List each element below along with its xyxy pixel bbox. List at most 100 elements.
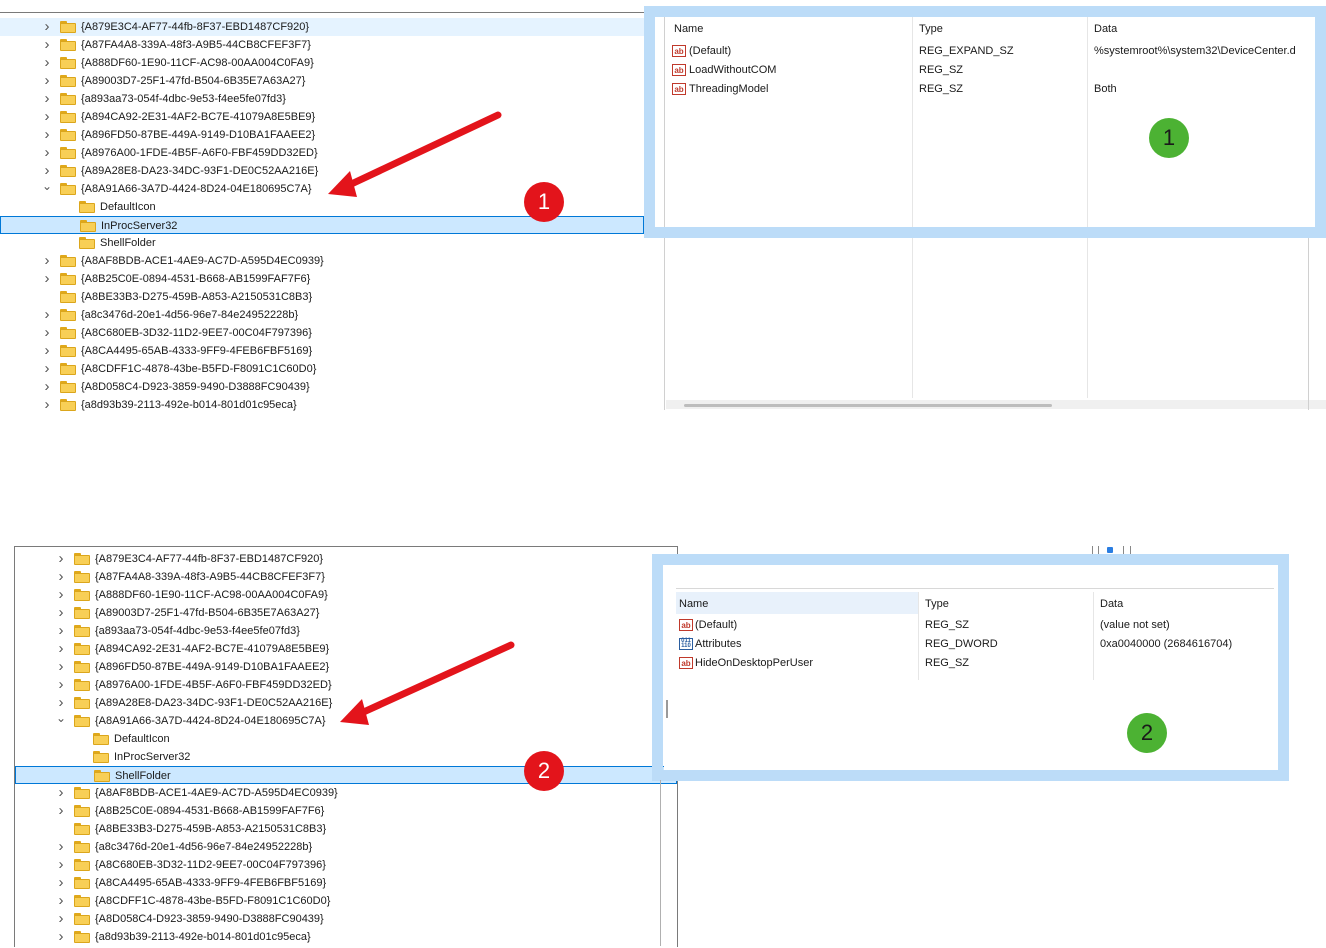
tree-key-item[interactable]: › {a8d93b39-2113-492e-b014-801d01c95eca} (0, 396, 644, 414)
tree-key-item[interactable]: › {A8CDFF1C-4878-43be-B5FD-F8091C1C60D0} (15, 892, 677, 910)
tree-key-item[interactable]: › {a8c3476d-20e1-4d56-96e7-84e24952228b} (15, 838, 677, 856)
tree-key-item[interactable]: › {A894CA92-2E31-4AF2-BC7E-41079A8E5BE9} (15, 640, 677, 658)
chevron-right-icon[interactable]: › (56, 874, 66, 892)
tree-key-item[interactable]: › {A879E3C4-AF77-44fb-8F37-EBD1487CF920} (15, 550, 677, 568)
chevron-right-icon[interactable]: › (56, 568, 66, 586)
chevron-right-icon[interactable]: › (56, 676, 66, 694)
folder-icon (60, 363, 76, 375)
splitter-handle[interactable] (666, 700, 668, 718)
chevron-right-icon[interactable]: › (56, 784, 66, 802)
chevron-right-icon[interactable]: › (56, 586, 66, 604)
chevron-right-icon[interactable]: › (42, 324, 52, 342)
tree-item-label: {A8976A00-1FDE-4B5F-A6F0-FBF459DD32ED} (95, 679, 332, 691)
chevron-right-icon[interactable]: › (42, 270, 52, 288)
tree-key-item[interactable]: › {A879E3C4-AF77-44fb-8F37-EBD1487CF920} (0, 18, 644, 36)
tree-key-item[interactable]: › {A8CA4495-65AB-4333-9FF9-4FEB6FBF5169} (0, 342, 644, 360)
chevron-right-icon[interactable]: › (42, 378, 52, 396)
tree-item-label: {A894CA92-2E31-4AF2-BC7E-41079A8E5BE9} (81, 111, 316, 123)
folder-icon (60, 183, 76, 195)
chevron-right-icon[interactable]: › (42, 396, 52, 414)
toolbar-fragment (1090, 544, 1134, 554)
tree-item-label: {A89A28E8-DA23-34DC-93F1-DE0C52AA216E} (81, 165, 319, 177)
tree-key-item[interactable]: › {a8d93b39-2113-492e-b014-801d01c95eca} (15, 928, 677, 946)
tree-item-label: {A896FD50-87BE-449A-9149-D10BA1FAAEE2} (81, 129, 316, 141)
tree-key-item[interactable]: › {A888DF60-1E90-11CF-AC98-00AA004C0FA9} (15, 586, 677, 604)
tree-key-item[interactable]: › {A888DF60-1E90-11CF-AC98-00AA004C0FA9} (0, 54, 644, 72)
tree-key-item[interactable]: › {A8976A00-1FDE-4B5F-A6F0-FBF459DD32ED} (15, 676, 677, 694)
tree-key-item[interactable]: › {A8D058C4-D923-3859-9490-D3888FC90439} (0, 378, 644, 396)
chevron-right-icon[interactable]: › (56, 856, 66, 874)
chevron-right-icon[interactable]: › (56, 928, 66, 946)
chevron-right-icon[interactable]: › (42, 126, 52, 144)
chevron-right-icon[interactable]: › (56, 622, 66, 640)
tree-key-item[interactable]: › {A8B25C0E-0894-4531-B668-AB1599FAF7F6} (15, 802, 677, 820)
chevron-right-icon[interactable]: › (56, 658, 66, 676)
step-badge-green-2: 2 (1127, 713, 1167, 753)
tree-subkey-item[interactable]: DefaultIcon (15, 730, 677, 748)
chevron-right-icon[interactable]: › (42, 108, 52, 126)
tree-key-item[interactable]: {A8BE33B3-D275-459B-A853-A2150531C8B3} (15, 820, 677, 838)
tree-key-item[interactable]: › {A896FD50-87BE-449A-9149-D10BA1FAAEE2} (15, 658, 677, 676)
tree-item-label: {A8D058C4-D923-3859-9490-D3888FC90439} (81, 381, 310, 393)
chevron-right-icon[interactable]: › (42, 252, 52, 270)
tree-item-label: {A8C680EB-3D32-11D2-9EE7-00C04F797396} (81, 327, 312, 339)
chevron-right-icon[interactable]: › (56, 640, 66, 658)
tree-key-item[interactable]: › {A8C680EB-3D32-11D2-9EE7-00C04F797396} (15, 856, 677, 874)
tree-subkey-item[interactable]: ShellFolder (15, 766, 677, 784)
tree-key-item[interactable]: ⌄ {A8A91A66-3A7D-4424-8D24-04E180695C7A} (15, 712, 677, 730)
chevron-right-icon[interactable]: › (42, 162, 52, 180)
chevron-down-icon[interactable]: ⌄ (42, 180, 52, 198)
chevron-right-icon[interactable]: › (42, 306, 52, 324)
tree-key-item[interactable]: › {A896FD50-87BE-449A-9149-D10BA1FAAEE2} (0, 126, 644, 144)
tree-item-label: {A8CDFF1C-4878-43be-B5FD-F8091C1C60D0} (95, 895, 331, 907)
tree-key-item[interactable]: › {A89003D7-25F1-47fd-B504-6B35E7A63A27} (15, 604, 677, 622)
pane-divider (660, 780, 661, 946)
chevron-right-icon[interactable]: › (42, 36, 52, 54)
tree-key-item[interactable]: › {A87FA4A8-339A-48f3-A9B5-44CB8CFEF3F7} (0, 36, 644, 54)
chevron-right-icon[interactable]: › (56, 892, 66, 910)
chevron-right-icon[interactable]: › (56, 604, 66, 622)
tree-key-item[interactable]: › {A8CDFF1C-4878-43be-B5FD-F8091C1C60D0} (0, 360, 644, 378)
tree-key-item[interactable]: › {A89A28E8-DA23-34DC-93F1-DE0C52AA216E} (0, 162, 644, 180)
folder-icon (74, 553, 90, 565)
chevron-right-icon[interactable]: › (42, 360, 52, 378)
chevron-right-icon[interactable]: › (42, 72, 52, 90)
scrollbar-thumb[interactable] (684, 404, 1052, 407)
tree-item-label: {A888DF60-1E90-11CF-AC98-00AA004C0FA9} (81, 57, 314, 69)
folder-icon (93, 751, 109, 763)
tree-key-item[interactable]: › {A8D058C4-D923-3859-9490-D3888FC90439} (15, 910, 677, 928)
tree-key-item[interactable]: › {a8c3476d-20e1-4d56-96e7-84e24952228b} (0, 306, 644, 324)
chevron-right-icon[interactable]: › (42, 18, 52, 36)
folder-icon (60, 309, 76, 321)
chevron-right-icon[interactable]: › (42, 144, 52, 162)
tree-item-label: {A89A28E8-DA23-34DC-93F1-DE0C52AA216E} (95, 697, 333, 709)
tree-key-item[interactable]: › {a893aa73-054f-4dbc-9e53-f4ee5fe07fd3} (15, 622, 677, 640)
chevron-down-icon[interactable]: ⌄ (56, 712, 66, 730)
chevron-right-icon[interactable]: › (42, 54, 52, 72)
tree-key-item[interactable]: › {A8AF8BDB-ACE1-4AE9-AC7D-A595D4EC0939} (0, 252, 644, 270)
tree-key-item[interactable]: › {A8C680EB-3D32-11D2-9EE7-00C04F797396} (0, 324, 644, 342)
chevron-right-icon[interactable]: › (56, 802, 66, 820)
tree-key-item[interactable]: › {a893aa73-054f-4dbc-9e53-f4ee5fe07fd3} (0, 90, 644, 108)
tree-key-item[interactable]: {A8BE33B3-D275-459B-A853-A2150531C8B3} (0, 288, 644, 306)
tree-item-label: InProcServer32 (114, 751, 191, 763)
tree-key-item[interactable]: › {A894CA92-2E31-4AF2-BC7E-41079A8E5BE9} (0, 108, 644, 126)
tree-key-item[interactable]: › {A89003D7-25F1-47fd-B504-6B35E7A63A27} (0, 72, 644, 90)
chevron-right-icon[interactable]: › (56, 910, 66, 928)
chevron-right-icon[interactable]: › (56, 838, 66, 856)
chevron-right-icon[interactable]: › (42, 342, 52, 360)
tree-subkey-item[interactable]: ShellFolder (0, 234, 644, 252)
tree-key-item[interactable]: › {A87FA4A8-339A-48f3-A9B5-44CB8CFEF3F7} (15, 568, 677, 586)
chevron-right-icon[interactable]: › (56, 550, 66, 568)
folder-icon (60, 255, 76, 267)
tree-key-item[interactable]: › {A8976A00-1FDE-4B5F-A6F0-FBF459DD32ED} (0, 144, 644, 162)
folder-icon (79, 201, 95, 213)
tree-subkey-item[interactable]: InProcServer32 (15, 748, 677, 766)
tree-key-item[interactable]: › {A8B25C0E-0894-4531-B668-AB1599FAF7F6} (0, 270, 644, 288)
chevron-right-icon[interactable]: › (56, 694, 66, 712)
tree-key-item[interactable]: › {A8CA4495-65AB-4333-9FF9-4FEB6FBF5169} (15, 874, 677, 892)
chevron-right-icon[interactable]: › (42, 90, 52, 108)
tree-key-item[interactable]: › {A89A28E8-DA23-34DC-93F1-DE0C52AA216E} (15, 694, 677, 712)
tree-key-item[interactable]: › {A8AF8BDB-ACE1-4AE9-AC7D-A595D4EC0939} (15, 784, 677, 802)
tree-item-label: {A8CA4495-65AB-4333-9FF9-4FEB6FBF5169} (81, 345, 313, 357)
